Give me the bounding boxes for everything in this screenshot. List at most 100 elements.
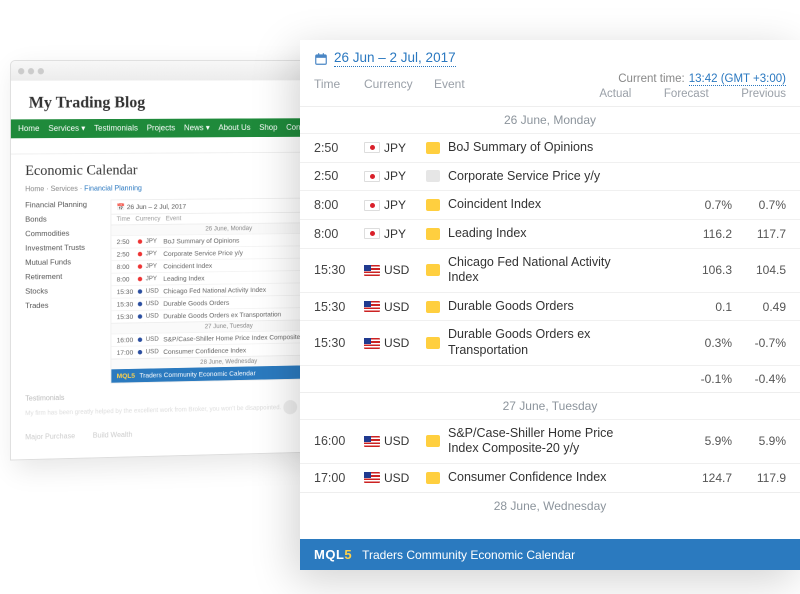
crumb-item[interactable]: Home: [25, 185, 44, 193]
table-row[interactable]: 15:30 USD Durable Goods Orders ex Transp…: [300, 320, 800, 364]
breadcrumb: Home · Services · Financial Planning: [25, 182, 345, 193]
nav-item[interactable]: News ▾: [184, 123, 210, 133]
bottom-link[interactable]: Build Wealth: [93, 430, 133, 439]
cell-previous: 117.9: [732, 471, 786, 485]
cell-forecast: 116.2: [678, 227, 732, 241]
cell-event: Durable Goods Orders: [448, 299, 624, 315]
nav-item[interactable]: Services ▾: [48, 124, 85, 134]
cell-forecast: 0.3%: [678, 336, 732, 350]
table-row[interactable]: 17:00 USD Consumer Confidence Index 124.…: [300, 463, 800, 492]
cell-forecast: 106.3: [678, 263, 732, 277]
cell-time: 17:00: [314, 471, 364, 485]
importance-indicator: [426, 142, 440, 154]
cell-time: 15:30: [314, 336, 364, 350]
cell-time: 16:00: [314, 434, 364, 448]
current-time-value[interactable]: 13:42 (GMT +3:00): [689, 73, 786, 86]
importance-indicator: [426, 435, 440, 447]
cell-previous: 5.9%: [732, 434, 786, 448]
nav-item[interactable]: About Us: [218, 123, 250, 133]
cell-currency: JPY: [384, 198, 426, 212]
cell-currency: USD: [384, 263, 426, 277]
mini-col: Time: [117, 216, 130, 222]
date-range-picker[interactable]: 26 Jun – 2 Jul, 2017: [334, 50, 456, 67]
blog-bottom-links: Major Purchase Build Wealth: [25, 425, 345, 441]
cell-previous: -0.7%: [732, 336, 786, 350]
avatar: [283, 400, 297, 414]
cell-currency: USD: [384, 471, 426, 485]
table-row[interactable]: 2:50 JPY BoJ Summary of Opinions: [300, 133, 800, 162]
col-actual: Actual: [554, 88, 631, 100]
mini-footer-tag: Traders Community Economic Calendar: [139, 369, 255, 379]
mini-col: Event: [166, 216, 182, 222]
calendar-icon: [314, 52, 328, 66]
cell-time: 2:50: [314, 169, 364, 183]
cell-currency: USD: [384, 434, 426, 448]
table-row[interactable]: 8:00 JPY Coincident Index 0.7% 0.7%: [300, 190, 800, 219]
crumb-item-active: Financial Planning: [84, 184, 142, 193]
cell-flag: [364, 200, 384, 211]
col-previous: Previous: [709, 88, 786, 100]
cell-event: Corporate Service Price y/y: [448, 169, 624, 185]
cell-event: Chicago Fed National Activity Index: [448, 255, 624, 286]
cell-time: 15:30: [314, 263, 364, 277]
sidebar-item[interactable]: Commodities: [25, 228, 98, 238]
flag-jp-icon: [364, 200, 380, 211]
sidebar-item[interactable]: Investment Trusts: [25, 243, 98, 253]
table-row[interactable]: 16:00 USD S&P/Case-Shiller Home Price In…: [300, 419, 800, 463]
table-row[interactable]: -0.1%-0.4%: [300, 365, 800, 392]
table-header-2: Actual Forecast Previous: [300, 86, 800, 106]
blog-title: My Trading Blog: [29, 93, 345, 113]
flag-jp-icon: [364, 142, 380, 153]
day-separator: 28 June, Wednesday: [300, 492, 800, 519]
crumb-item[interactable]: Services: [51, 185, 78, 193]
importance-indicator: [426, 337, 440, 349]
importance-indicator: [426, 228, 440, 240]
cell-flag: [364, 338, 384, 349]
nav-item[interactable]: Testimonials: [94, 123, 138, 133]
nav-item[interactable]: Shop: [259, 123, 277, 133]
cell-time: 15:30: [314, 300, 364, 314]
table-row[interactable]: 15:30 USD Chicago Fed National Activity …: [300, 248, 800, 292]
cell-event: Durable Goods Orders ex Transportation: [448, 327, 624, 358]
importance-indicator: [426, 301, 440, 313]
nav-item[interactable]: Home: [18, 124, 39, 134]
cell-previous: 117.7: [732, 227, 786, 241]
cell-forecast: 0.1: [678, 300, 732, 314]
mini-date-range[interactable]: 26 Jun – 2 Jul, 2017: [127, 202, 186, 211]
bottom-link[interactable]: Major Purchase: [25, 432, 75, 441]
calendar-panel: 26 Jun – 2 Jul, 2017 Time Currency Event…: [300, 40, 800, 570]
cell-flag: [364, 142, 384, 153]
cell-event: Coincident Index: [448, 197, 624, 213]
calendar-rows: 26 June, Monday 2:50 JPY BoJ Summary of …: [300, 106, 800, 539]
page-heading: Economic Calendar: [25, 161, 345, 179]
table-row[interactable]: 2:50 JPY Corporate Service Price y/y: [300, 162, 800, 191]
current-time: Current time: 13:42 (GMT +3:00): [300, 73, 800, 86]
sidebar-item[interactable]: Retirement: [25, 271, 98, 281]
flag-jp-icon: [364, 228, 380, 239]
cell-currency: USD: [384, 336, 426, 350]
cell-flag: [364, 301, 384, 312]
cell-currency: JPY: [384, 227, 426, 241]
sidebar-item[interactable]: Bonds: [25, 214, 98, 224]
cell-flag: [364, 436, 384, 447]
cell-previous: 104.5: [732, 263, 786, 277]
current-time-label: Current time:: [618, 73, 684, 85]
chrome-dot: [28, 68, 34, 74]
cell-forecast: 5.9%: [678, 434, 732, 448]
cell-time: 8:00: [314, 198, 364, 212]
sidebar-item[interactable]: Financial Planning: [25, 200, 98, 210]
cell-flag: [364, 228, 384, 239]
footer-tagline: Traders Community Economic Calendar: [362, 548, 575, 562]
importance-indicator: [426, 199, 440, 211]
cell-event: Consumer Confidence Index: [448, 470, 624, 486]
sidebar-item[interactable]: Stocks: [25, 285, 98, 295]
flag-us-icon: [364, 301, 380, 312]
flag-us-icon: [364, 436, 380, 447]
sidebar-item[interactable]: Trades: [25, 300, 98, 310]
nav-item[interactable]: Projects: [147, 123, 176, 133]
sidebar-item[interactable]: Mutual Funds: [25, 257, 98, 267]
flag-us-icon: [364, 265, 380, 276]
table-row[interactable]: 15:30 USD Durable Goods Orders 0.1 0.49: [300, 292, 800, 321]
day-separator: 26 June, Monday: [300, 106, 800, 133]
table-row[interactable]: 8:00 JPY Leading Index 116.2 117.7: [300, 219, 800, 248]
